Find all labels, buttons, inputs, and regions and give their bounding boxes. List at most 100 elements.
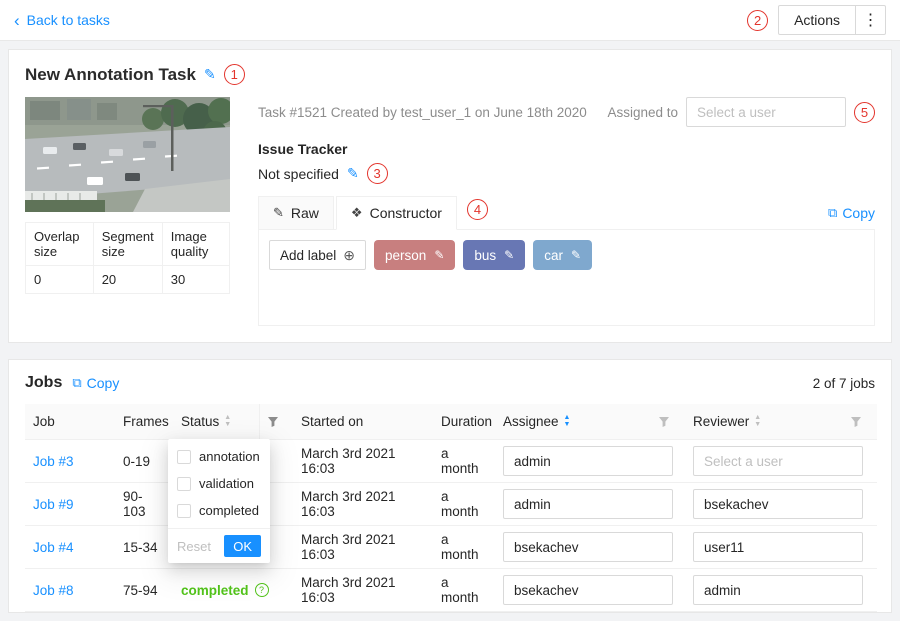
reviewer-cell <box>685 569 877 612</box>
param-quality-value: 30 <box>162 266 229 294</box>
filter-option-annotation[interactable]: annotation <box>168 443 270 470</box>
reviewer-sorter-icon[interactable]: ▲▼ <box>754 415 761 428</box>
job-9-link[interactable]: Job #9 <box>33 497 74 512</box>
param-overlap-header: Overlap size <box>26 223 94 266</box>
column-job: Job <box>25 404 115 440</box>
status-sorter-icon[interactable]: ▲▼ <box>224 415 231 428</box>
column-job-label: Job <box>33 414 55 429</box>
issue-tracker-section: Issue Tracker Not specified ✎ 3 <box>258 141 875 184</box>
column-status: Status ▲▼ <box>173 404 293 440</box>
issue-tracker-value: Not specified <box>258 166 339 182</box>
param-segment-header: Segment size <box>93 223 162 266</box>
assignee-filter-icon[interactable] <box>651 404 677 439</box>
assignee-cell <box>495 569 685 612</box>
assignee-sorter-icon[interactable]: ▲▼ <box>564 415 571 428</box>
task-meta-text: Task #1521 Created by test_user_1 on Jun… <box>258 105 587 120</box>
jobs-table-wrap: Job Frames Status ▲▼ Started on <box>25 404 875 612</box>
params-value-row: 0 20 30 <box>26 266 230 294</box>
started-cell: March 3rd 2021 16:03 <box>293 483 433 526</box>
tab-constructor[interactable]: ❖ Constructor <box>336 196 457 230</box>
callout-4-number: 4 <box>474 203 481 216</box>
page-title: New Annotation Task <box>25 65 196 85</box>
job-row: Job #9 90-103 March 3rd 2021 16:03 a mon… <box>25 483 877 526</box>
job-4-link[interactable]: Job #4 <box>33 540 74 555</box>
column-status-label: Status <box>181 414 219 429</box>
param-quality-header: Image quality <box>162 223 229 266</box>
add-label-button-label: Add label <box>280 248 336 263</box>
copy-labels-link[interactable]: ⧉ Copy <box>828 205 875 229</box>
assigned-to-group: Assigned to 5 <box>607 97 875 127</box>
task-meta-row: Task #1521 Created by test_user_1 on Jun… <box>258 97 875 127</box>
job-3-link[interactable]: Job #3 <box>33 454 74 469</box>
edit-label-bus-icon[interactable]: ✎ <box>504 248 514 262</box>
label-person-name: person <box>385 248 426 263</box>
assignee-select[interactable] <box>503 575 673 605</box>
actions-button[interactable]: Actions <box>778 5 856 35</box>
label-badge-car[interactable]: car ✎ <box>533 240 592 270</box>
tab-raw[interactable]: ✎ Raw <box>258 196 334 230</box>
status-cell: completed ? <box>173 569 293 612</box>
copy-icon: ⧉ <box>828 205 837 221</box>
back-to-tasks-label: Back to tasks <box>27 12 110 28</box>
checkbox-completed[interactable] <box>177 504 191 518</box>
edit-label-person-icon[interactable]: ✎ <box>434 248 444 262</box>
checkbox-annotation[interactable] <box>177 450 191 464</box>
filter-option-completed[interactable]: completed <box>168 497 270 524</box>
page-content: New Annotation Task ✎ 1 <box>0 41 900 621</box>
callout-2-number: 2 <box>754 14 761 27</box>
frames-cell: 75-94 <box>115 569 173 612</box>
job-row: Job #3 0-19 March 3rd 2021 16:03 a month <box>25 440 877 483</box>
callout-1-number: 1 <box>231 68 238 81</box>
job-row: Job #8 75-94 completed ? March 3rd 2021 … <box>25 569 877 612</box>
more-vertical-icon: ⋮ <box>863 12 879 29</box>
job-8-link[interactable]: Job #8 <box>33 583 74 598</box>
filter-reset-button[interactable]: Reset <box>177 539 211 554</box>
constructor-icon: ❖ <box>351 205 363 221</box>
checkbox-validation[interactable] <box>177 477 191 491</box>
callout-5: 5 <box>854 102 875 123</box>
column-duration-label: Duration <box>441 414 492 429</box>
filter-option-validation[interactable]: validation <box>168 470 270 497</box>
filter-ok-button[interactable]: OK <box>224 535 261 557</box>
column-reviewer: Reviewer ▲▼ <box>685 404 877 440</box>
task-left-column: Overlap size Segment size Image quality … <box>25 97 230 326</box>
copy-icon: ⧉ <box>72 375 81 391</box>
reviewer-filter-icon[interactable] <box>843 404 869 439</box>
copy-jobs-link[interactable]: ⧉ Copy <box>72 375 119 391</box>
add-label-button[interactable]: Add label ⊕ <box>269 240 366 270</box>
label-badge-person[interactable]: person ✎ <box>374 240 455 270</box>
reviewer-select[interactable] <box>693 489 863 519</box>
edit-label-car-icon[interactable]: ✎ <box>571 248 581 262</box>
assignee-select[interactable] <box>503 532 673 562</box>
reviewer-select[interactable] <box>693 446 863 476</box>
edit-issue-tracker-icon[interactable]: ✎ <box>347 165 359 182</box>
reviewer-select[interactable] <box>693 532 863 562</box>
labels-constructor-panel: Add label ⊕ person ✎ bus ✎ car ✎ <box>258 230 875 326</box>
column-assignee-label: Assignee <box>503 414 559 429</box>
assignee-select[interactable] <box>503 489 673 519</box>
assignee-cell <box>495 483 685 526</box>
params-header-row: Overlap size Segment size Image quality <box>26 223 230 266</box>
edit-title-icon[interactable]: ✎ <box>204 66 216 83</box>
jobs-table: Job Frames Status ▲▼ Started on <box>25 404 877 612</box>
back-to-tasks-link[interactable]: ‹ Back to tasks <box>14 12 110 29</box>
actions-more-button[interactable]: ⋮ <box>856 5 886 35</box>
label-bus-name: bus <box>474 248 496 263</box>
started-cell: March 3rd 2021 16:03 <box>293 440 433 483</box>
actions-button-group: Actions ⋮ <box>778 5 886 35</box>
filter-option-validation-label: validation <box>199 476 254 491</box>
reviewer-select[interactable] <box>693 575 863 605</box>
param-overlap-value: 0 <box>26 266 94 294</box>
callout-3-number: 3 <box>374 167 381 180</box>
label-badge-bus[interactable]: bus ✎ <box>463 240 525 270</box>
task-assignee-select[interactable] <box>686 97 846 127</box>
issue-tracker-value-row: Not specified ✎ 3 <box>258 163 875 184</box>
jobs-header: Jobs ⧉ Copy 2 of 7 jobs <box>25 374 875 392</box>
job-row: Job #4 15-34 March 3rd 2021 16:03 a mont… <box>25 526 877 569</box>
topbar-right: 2 Actions ⋮ <box>747 5 886 35</box>
assignee-select[interactable] <box>503 446 673 476</box>
callout-2: 2 <box>747 10 768 31</box>
task-right-column: Task #1521 Created by test_user_1 on Jun… <box>258 97 875 326</box>
status-filter-icon[interactable] <box>259 404 285 439</box>
question-circle-icon[interactable]: ? <box>255 583 269 597</box>
